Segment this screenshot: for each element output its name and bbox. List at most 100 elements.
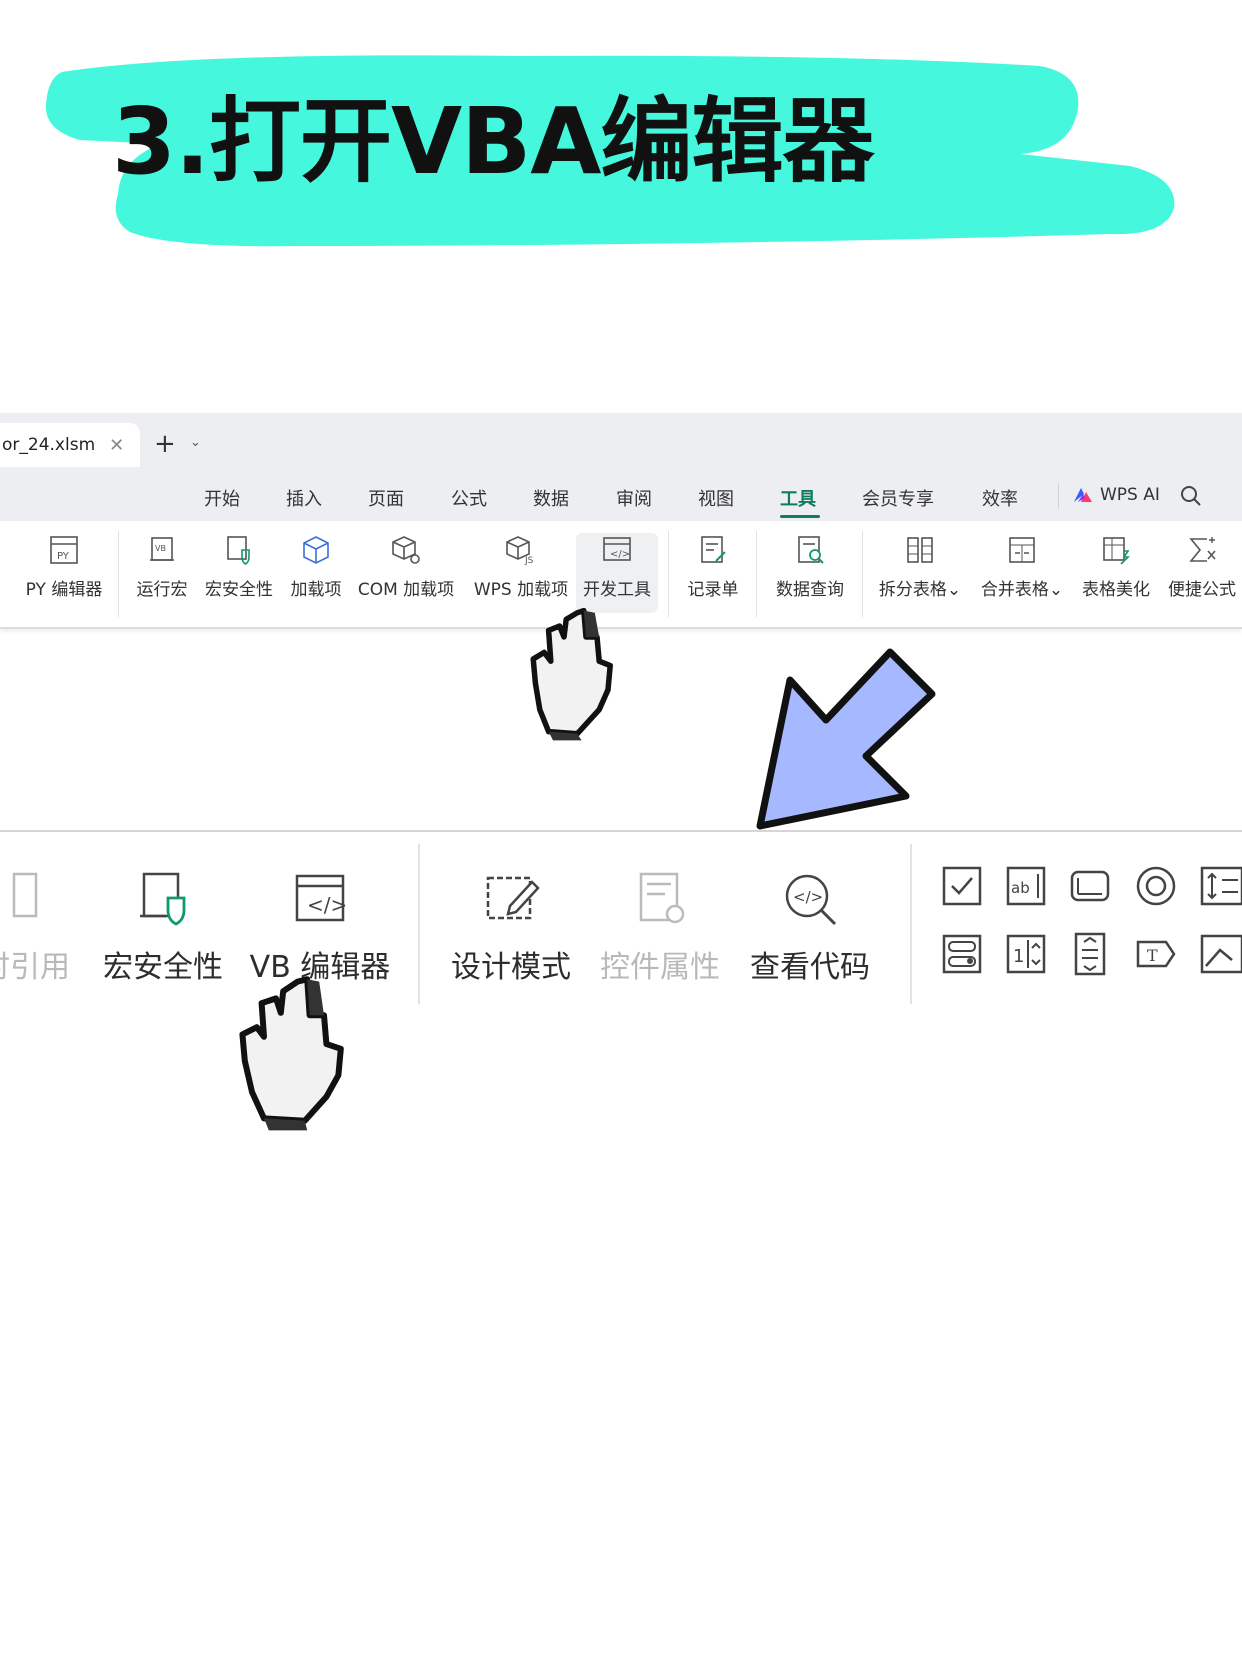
relative-reference-icon bbox=[12, 872, 38, 918]
file-tab[interactable]: or_24.xlsm ✕ bbox=[0, 423, 140, 467]
split-table-label: 拆分表格⌄ bbox=[878, 580, 962, 600]
wps-ai-label: WPS AI bbox=[1100, 485, 1160, 505]
record-form-button[interactable]: 记录单 bbox=[680, 533, 746, 613]
arrow-icon bbox=[756, 648, 936, 830]
tab-formula[interactable]: 公式 bbox=[451, 485, 487, 511]
svg-text:1: 1 bbox=[1013, 946, 1024, 967]
svg-text:T: T bbox=[1147, 946, 1158, 965]
design-mode-icon bbox=[486, 876, 540, 920]
checkbox-icon[interactable] bbox=[940, 864, 984, 908]
tab-member[interactable]: 会员专享 bbox=[862, 485, 934, 511]
tab-home[interactable]: 开始 bbox=[204, 485, 240, 511]
run-macro-label: 运行宏 bbox=[136, 580, 188, 600]
merge-table-label: 合并表格⌄ bbox=[980, 580, 1064, 600]
ribbon-toolbar: PY PY 编辑器 VB 运行宏 宏安全性 加载项 COM 加载项 JS WPS… bbox=[0, 521, 1242, 629]
number-spin-icon[interactable]: 1 bbox=[1004, 932, 1048, 976]
toolbar-divider bbox=[668, 531, 669, 617]
zoom-macro-security-label: 宏安全性 bbox=[103, 950, 223, 985]
macro-security-button[interactable]: 宏安全性 bbox=[200, 533, 278, 613]
data-query-button[interactable]: 数据查询 bbox=[768, 533, 852, 613]
developer-tools-icon: </> bbox=[603, 537, 631, 561]
developer-tools-button[interactable]: </> 开发工具 bbox=[576, 533, 658, 613]
svg-text:</>: </> bbox=[307, 893, 347, 917]
record-form-label: 记录单 bbox=[687, 580, 739, 600]
button-icon[interactable] bbox=[1068, 864, 1112, 908]
control-properties-icon bbox=[639, 872, 685, 924]
control-properties-button[interactable]: 控件属性 bbox=[590, 868, 730, 986]
merge-table-button[interactable]: 合并表格⌄ bbox=[976, 533, 1068, 613]
tab-view[interactable]: 视图 bbox=[698, 485, 734, 511]
developer-tools-label: 开发工具 bbox=[583, 580, 651, 600]
macro-security-icon bbox=[227, 536, 250, 565]
tab-review[interactable]: 审阅 bbox=[616, 485, 652, 511]
tab-efficiency[interactable]: 效率 bbox=[982, 485, 1018, 511]
record-form-icon bbox=[701, 536, 726, 563]
addins-button[interactable]: 加载项 bbox=[286, 533, 346, 613]
wps-ai-logo-icon bbox=[1074, 488, 1092, 502]
view-code-button[interactable]: </> 查看代码 bbox=[740, 868, 880, 986]
vb-editor-icon: </> bbox=[295, 874, 347, 922]
active-tab-underline bbox=[780, 515, 820, 518]
com-addins-button[interactable]: COM 加载项 bbox=[354, 533, 458, 613]
toolbar-divider bbox=[118, 531, 119, 617]
wps-ai-button[interactable]: WPS AI bbox=[1072, 485, 1160, 505]
tab-tools[interactable]: 工具 bbox=[780, 485, 816, 511]
zoom-divider bbox=[910, 844, 912, 1004]
svg-text:PY: PY bbox=[57, 551, 70, 562]
wps-addins-label: WPS 加载项 bbox=[473, 580, 569, 600]
toolbar-divider bbox=[756, 531, 757, 617]
tab-insert[interactable]: 插入 bbox=[286, 485, 322, 511]
py-editor-button[interactable]: PY PY 编辑器 bbox=[16, 533, 112, 613]
wps-addins-button[interactable]: JS WPS 加载项 bbox=[470, 533, 572, 613]
beautify-table-label: 表格美化 bbox=[1082, 580, 1150, 600]
design-mode-button[interactable]: 设计模式 bbox=[444, 868, 578, 986]
beautify-table-button[interactable]: 表格美化 bbox=[1078, 533, 1154, 613]
svg-text:VB: VB bbox=[155, 544, 166, 553]
zoom-macro-security-button[interactable]: 宏安全性 bbox=[98, 868, 228, 986]
addin-cube-icon bbox=[303, 536, 329, 564]
svg-text:</>: </> bbox=[610, 549, 630, 560]
view-code-icon: </> bbox=[785, 874, 837, 926]
search-icon[interactable] bbox=[1180, 485, 1202, 507]
file-tab-name: or_24.xlsm bbox=[2, 435, 96, 455]
js-addin-icon: JS bbox=[506, 536, 534, 566]
svg-text:</>: </> bbox=[793, 888, 823, 906]
toolbar-divider bbox=[862, 531, 863, 617]
relative-reference-button[interactable]: 时引用 bbox=[0, 868, 80, 986]
list-icon[interactable] bbox=[1068, 932, 1112, 976]
radio-icon[interactable] bbox=[1134, 864, 1178, 908]
merge-table-icon bbox=[1009, 537, 1035, 563]
quick-formula-button[interactable]: 便捷公式 bbox=[1164, 533, 1240, 613]
chevron-down-icon[interactable]: ⌄ bbox=[190, 435, 201, 450]
addins-label: 加载项 bbox=[290, 580, 342, 600]
tab-page[interactable]: 页面 bbox=[368, 485, 404, 511]
quick-formula-icon bbox=[1189, 537, 1216, 562]
tab-data[interactable]: 数据 bbox=[533, 485, 569, 511]
hand-pointer-icon bbox=[530, 607, 613, 741]
py-editor-icon: PY bbox=[50, 536, 78, 564]
run-macro-button[interactable]: VB 运行宏 bbox=[130, 533, 194, 613]
image-icon[interactable] bbox=[1198, 932, 1242, 976]
run-macro-icon: VB bbox=[150, 537, 174, 561]
title-banner: 3.打开VBA编辑器 bbox=[0, 0, 1242, 300]
com-addins-label: COM 加载项 bbox=[357, 580, 455, 600]
relative-reference-label: 时引用 bbox=[0, 950, 70, 985]
label-icon[interactable]: T bbox=[1134, 932, 1178, 976]
view-code-label: 查看代码 bbox=[750, 950, 870, 985]
py-editor-label: PY 编辑器 bbox=[25, 580, 103, 600]
plus-icon[interactable]: + bbox=[154, 429, 176, 459]
svg-text:JS: JS bbox=[524, 556, 534, 566]
macro-security-label: 宏安全性 bbox=[205, 580, 273, 600]
beautify-table-icon bbox=[1103, 537, 1130, 565]
vb-editor-button[interactable]: </> VB 编辑器 bbox=[248, 868, 392, 986]
page-title: 3.打开VBA编辑器 bbox=[112, 88, 874, 195]
spin-icon[interactable] bbox=[1198, 864, 1242, 908]
zoom-divider bbox=[418, 844, 420, 1004]
textbox-icon[interactable]: ab bbox=[1004, 864, 1048, 908]
close-icon[interactable]: ✕ bbox=[109, 435, 124, 456]
split-table-button[interactable]: 拆分表格⌄ bbox=[874, 533, 966, 613]
zoomed-toolbar: 时引用 宏安全性 </> VB 编辑器 设计模式 控件属性 </> 查看代码 a… bbox=[0, 830, 1242, 1032]
combo-icon[interactable] bbox=[940, 932, 984, 976]
split-table-icon bbox=[907, 537, 933, 563]
design-mode-label: 设计模式 bbox=[451, 950, 571, 985]
